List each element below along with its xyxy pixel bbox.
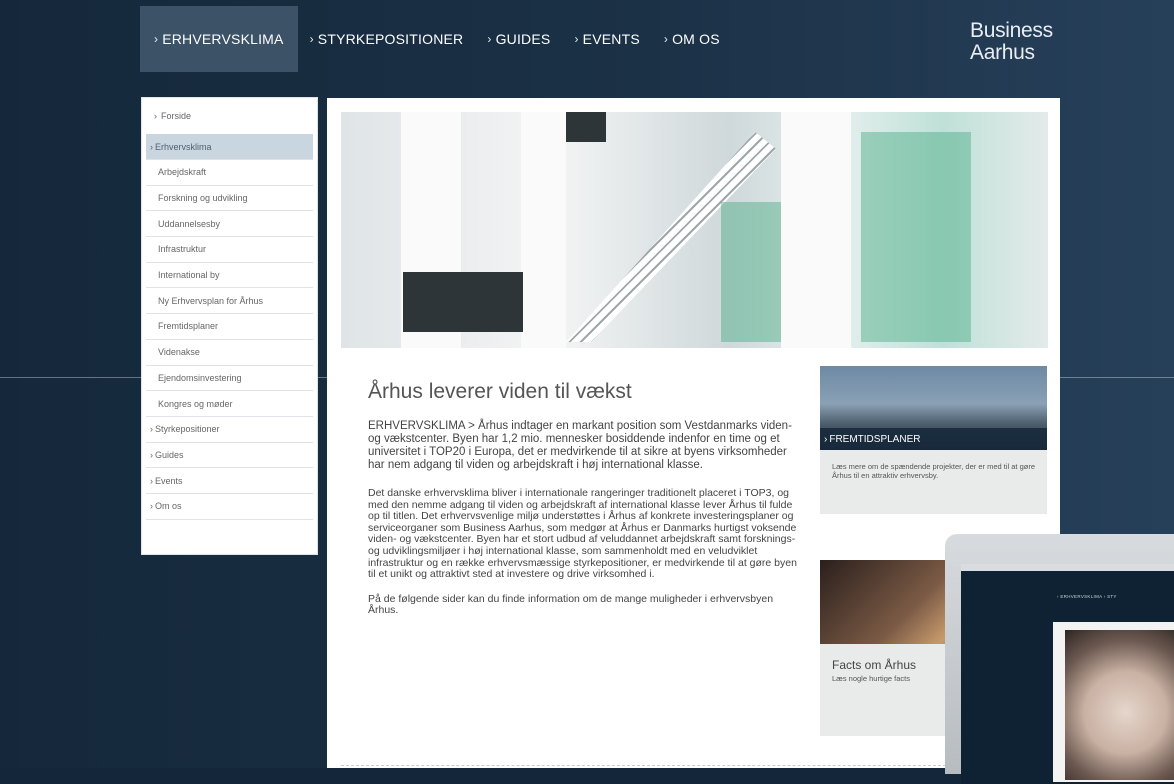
hero-glass-wall [721,202,781,342]
nav-item-label: EVENTS [582,31,640,47]
nav-item-label: OM OS [672,31,720,47]
sidebar-item-label: Fremtidsplaner [158,321,219,332]
sidebar-item-label: Om os [155,501,182,512]
sidebar-item-uddannelsesby[interactable]: Uddannelsesby [146,211,313,238]
chevron-right-icon: › [154,32,159,46]
chevron-right-icon: › [150,424,153,435]
laptop-screen: › ERHVERVSKLIMA › STY [961,564,1174,784]
logo-line1: Business [970,19,1053,42]
nav-item-styrkepositioner[interactable]: › STYRKEPOSITIONER [298,6,476,72]
sidebar-item-om-os[interactable]: › Om os [146,494,313,520]
sidebar-item-styrkepositioner[interactable]: › Styrkepositioner [146,417,313,443]
sidebar-item-erhvervsplan[interactable]: Ny Erhvervsplan for Århus [146,288,313,315]
hero-image [341,112,1048,348]
sidebar-item-label: International by [158,270,220,281]
sidebar-item-label: Forskning og udvikling [158,193,248,204]
sidebar-item-label: Kongres og møder [158,398,233,409]
sidebar-item-label: Arbejdskraft [158,167,207,178]
nav-item-label: ERHVERVSKLIMA [162,31,284,47]
sidebar-item-label: Uddannelsesby [158,218,221,229]
chevron-right-icon: › [150,141,153,152]
nav-item-guides[interactable]: › GUIDES [475,6,562,72]
sidebar-item-label: Ejendomsinvestering [158,372,242,383]
sidebar-item-label: Events [155,475,183,486]
laptop-photo [1065,630,1174,780]
hero-furniture [566,112,606,142]
business-aarhus-logo[interactable]: Business Aarhus [970,20,1053,64]
nav-item-om-os[interactable]: › OM OS [652,6,732,72]
sidebar-menu: › Forside › Erhvervsklima Arbejdskraft F… [142,98,317,554]
sidebar-item-arbejdskraft[interactable]: Arbejdskraft [146,160,313,186]
sidebar-item-kongres[interactable]: Kongres og møder [146,391,313,417]
page-title: Århus leverer viden til vækst [368,380,632,403]
sidebar-item-ejendomsinvestering[interactable]: Ejendomsinvestering [146,366,313,392]
sidebar-item-forside[interactable]: › Forside [142,98,317,134]
hero-furniture [403,272,523,332]
article-paragraph: På de følgende sider kan du finde inform… [368,592,774,617]
nav-item-label: GUIDES [495,31,551,47]
sidebar-item-forskning[interactable]: Forskning og udvikling [146,186,313,212]
chevron-right-icon: › [150,501,153,512]
divider-line [341,765,951,766]
sidebar-item-label: Styrkepositioner [155,424,220,435]
nav-item-events[interactable]: › EVENTS [562,6,651,72]
sidebar-item-infrastruktur[interactable]: Infrastruktur [146,237,313,263]
sidebar-item-videnakse[interactable]: Videnakse [146,340,313,366]
chevron-right-icon: › [663,32,669,46]
hero-pillar [781,112,851,348]
teaser-text: Læs nogle hurtige facts [832,674,910,683]
nav-item-label: STYRKEPOSITIONER [317,31,464,47]
sidebar-item-label: Infrastruktur [158,244,207,255]
laptop-menubar [961,564,1174,571]
sidebar-item-guides[interactable]: › Guides [146,443,313,469]
main-navigation: › ERHVERVSKLIMA › STYRKEPOSITIONER › GUI… [140,6,732,72]
sidebar-item-label: Guides [155,449,184,460]
sidebar-item-international-by[interactable]: International by [146,263,313,289]
nav-item-erhvervsklima[interactable]: › ERHVERVSKLIMA [140,6,298,72]
teaser-fremtidsplaner[interactable]: › FREMTIDSPLANER Læs mere om de spændend… [820,366,1047,514]
sidebar-item-events[interactable]: › Events [146,468,313,494]
chevron-right-icon: › [150,449,153,460]
logo-line2: Aarhus [970,41,1035,64]
chevron-right-icon: › [574,32,579,46]
teaser-text: Læs mere om de spændende projekter, der … [832,462,1036,480]
sidebar-item-label: Videnakse [158,347,200,358]
chevron-right-icon: › [824,433,828,445]
sidebar-item-label: Erhvervsklima [155,141,212,152]
sidebar-item-label: Forside [161,111,192,121]
teaser-title: FREMTIDSPLANER [829,433,921,445]
teaser-title: Facts om Århus [832,658,917,672]
hero-pillar [521,112,566,348]
chevron-right-icon: › [150,475,153,486]
article-lead: ERHVERVSKLIMA > Århus indtager en markan… [368,420,792,471]
sidebar-item-fremtidsplaner[interactable]: Fremtidsplaner [146,314,313,340]
main-article: Århus leverer viden til vækst ERHVERVSKL… [368,380,798,630]
laptop-illustration: › ERHVERVSKLIMA › STY [945,534,1174,784]
sidebar-item-label: Ny Erhvervsplan for Århus [158,295,264,306]
laptop-mini-nav: › ERHVERVSKLIMA › STY [1057,594,1117,599]
article-paragraph: Det danske erhvervsklima bliver i intern… [368,487,797,581]
chevron-right-icon: › [487,32,492,46]
teaser-title-bar: › FREMTIDSPLANER [820,428,1047,450]
hero-glass-wall [861,132,971,342]
chevron-right-icon: › [309,32,314,46]
chevron-right-icon: › [154,111,157,121]
sidebar-item-erhvervsklima[interactable]: › Erhvervsklima [146,134,313,160]
